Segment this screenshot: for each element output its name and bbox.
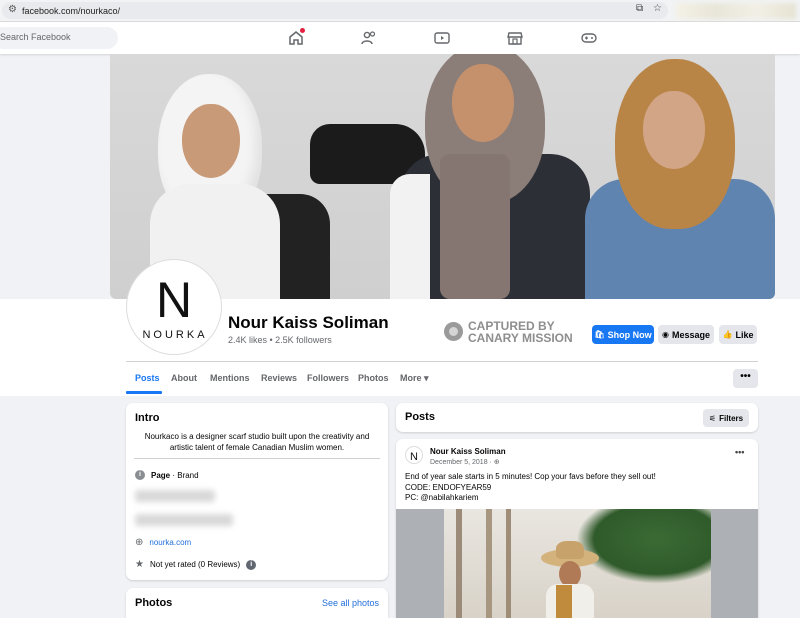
globe-icon: ⊕ (135, 537, 144, 548)
info-icon: i (135, 470, 145, 480)
profile-avatar[interactable]: N NOURKA (127, 260, 221, 354)
rating-text: Not yet rated (0 Reviews) (149, 560, 241, 569)
message-label: Message (671, 329, 710, 340)
search-input[interactable]: Search Facebook (0, 27, 118, 49)
tab-more-label: More (400, 373, 422, 383)
post-author-name[interactable]: Nour Kaiss Soliman (430, 447, 506, 456)
cover-figure-middle (390, 54, 590, 299)
message-button[interactable]: ◉ Message (658, 325, 714, 344)
gaming-icon[interactable] (580, 29, 598, 47)
rating-info-icon[interactable]: i (246, 559, 257, 570)
shop-now-label: Shop Now (607, 329, 652, 340)
watermark-line2: CANARY MISSION (468, 331, 573, 345)
globe-icon: ⊕ (493, 458, 500, 466)
blurred-contact-line (135, 514, 233, 526)
notification-dot (300, 28, 305, 33)
tab-about[interactable]: About (171, 373, 197, 383)
intro-bio: Nourkaco is a designer scarf studio buil… (144, 432, 370, 452)
tab-photos[interactable]: Photos (358, 373, 389, 383)
photos-title: Photos (135, 597, 173, 609)
intro-card: Intro Nourkaco is a designer scarf studi… (126, 403, 388, 580)
intro-title: Intro (135, 412, 160, 424)
post-author-avatar[interactable]: N (405, 446, 423, 464)
website-link[interactable]: nourka.com (149, 538, 191, 547)
page-type-value: · Brand (170, 470, 199, 480)
star-icon: ★ (135, 559, 144, 570)
see-all-photos-link[interactable]: See all photos (322, 598, 379, 608)
post-photo[interactable] (396, 509, 758, 618)
shop-bag-icon: 🛍 (594, 330, 605, 339)
logo-letter: N (155, 272, 193, 328)
video-icon[interactable] (433, 29, 451, 47)
post-text: End of year sale starts in 5 minutes! Co… (405, 472, 656, 504)
page-stats[interactable]: 2.4K likes • 2.5K followers (228, 335, 332, 345)
marketplace-icon[interactable] (506, 29, 524, 47)
post-text-line: PC: @nabilahkariem (405, 493, 479, 502)
watermark-logo-icon (444, 322, 463, 341)
filters-label: Filters (719, 413, 744, 423)
post-avatar-letter: N (410, 451, 418, 463)
cover-photo[interactable] (110, 54, 775, 299)
intro-divider (134, 458, 380, 459)
filter-sliders-icon: ⚟ (708, 413, 717, 423)
address-text[interactable]: facebook.com/nourkaco/ (22, 6, 120, 16)
blurred-contact-line (135, 490, 215, 502)
posts-title: Posts (405, 411, 435, 423)
page-type-row: i Page · Brand (135, 470, 199, 480)
post-text-line: CODE: ENDOFYEAR59 (405, 482, 492, 492)
page-type-label: Page (151, 470, 171, 480)
post-card: N Nour Kaiss Soliman December 5, 2018 · … (396, 439, 758, 618)
messenger-icon: ◉ (661, 330, 669, 339)
tab-reviews[interactable]: Reviews (261, 373, 297, 383)
thumbs-up-icon: 👍 (722, 330, 733, 339)
install-icon[interactable]: ⧉ (636, 3, 643, 14)
facebook-top-nav: Search Facebook (0, 22, 800, 54)
post-date[interactable]: December 5, 2018 · ⊕ (430, 458, 500, 466)
rating-row: ★ Not yet rated (0 Reviews) i (135, 559, 257, 570)
logo-wordmark: NOURKA (142, 329, 208, 341)
blurred-extensions (676, 3, 796, 19)
browser-url-bar: ⚙ facebook.com/nourkaco/ ⧉ ☆ (0, 0, 800, 22)
address-field[interactable]: ⚙ facebook.com/nourkaco/ (2, 2, 668, 19)
like-label: Like (735, 329, 754, 340)
profile-tabs: Posts About Mentions Reviews Followers P… (126, 362, 758, 394)
shop-now-button[interactable]: 🛍 Shop Now (592, 325, 654, 344)
cover-figure-right (585, 59, 775, 299)
search-placeholder: Search Facebook (0, 32, 71, 42)
tab-posts[interactable]: Posts (135, 373, 160, 383)
post-options-button[interactable]: ••• (735, 447, 744, 457)
tab-more[interactable]: More ▾ (400, 373, 429, 384)
post-text-line: End of year sale starts in 5 minutes! Co… (405, 472, 656, 481)
more-options-button[interactable]: ••• (733, 369, 758, 388)
bookmark-star-icon[interactable]: ☆ (653, 3, 662, 14)
tab-mentions[interactable]: Mentions (210, 373, 250, 383)
photos-card: Photos See all photos (126, 588, 388, 618)
tab-followers[interactable]: Followers (307, 373, 349, 383)
site-info-icon[interactable]: ⚙ (8, 4, 17, 15)
filters-button[interactable]: ⚟ Filters (703, 409, 749, 427)
page-title: Nour Kaiss Soliman (228, 313, 389, 332)
like-button[interactable]: 👍 Like (719, 325, 757, 344)
chevron-down-icon: ▾ (424, 373, 429, 383)
active-tab-indicator (126, 391, 162, 394)
post-date-text: December 5, 2018 · (430, 459, 494, 466)
posts-header-card: Posts ⚟ Filters (396, 403, 758, 432)
friends-icon[interactable] (360, 29, 378, 47)
website-row[interactable]: ⊕ nourka.com (135, 537, 191, 548)
home-icon[interactable] (287, 28, 305, 47)
